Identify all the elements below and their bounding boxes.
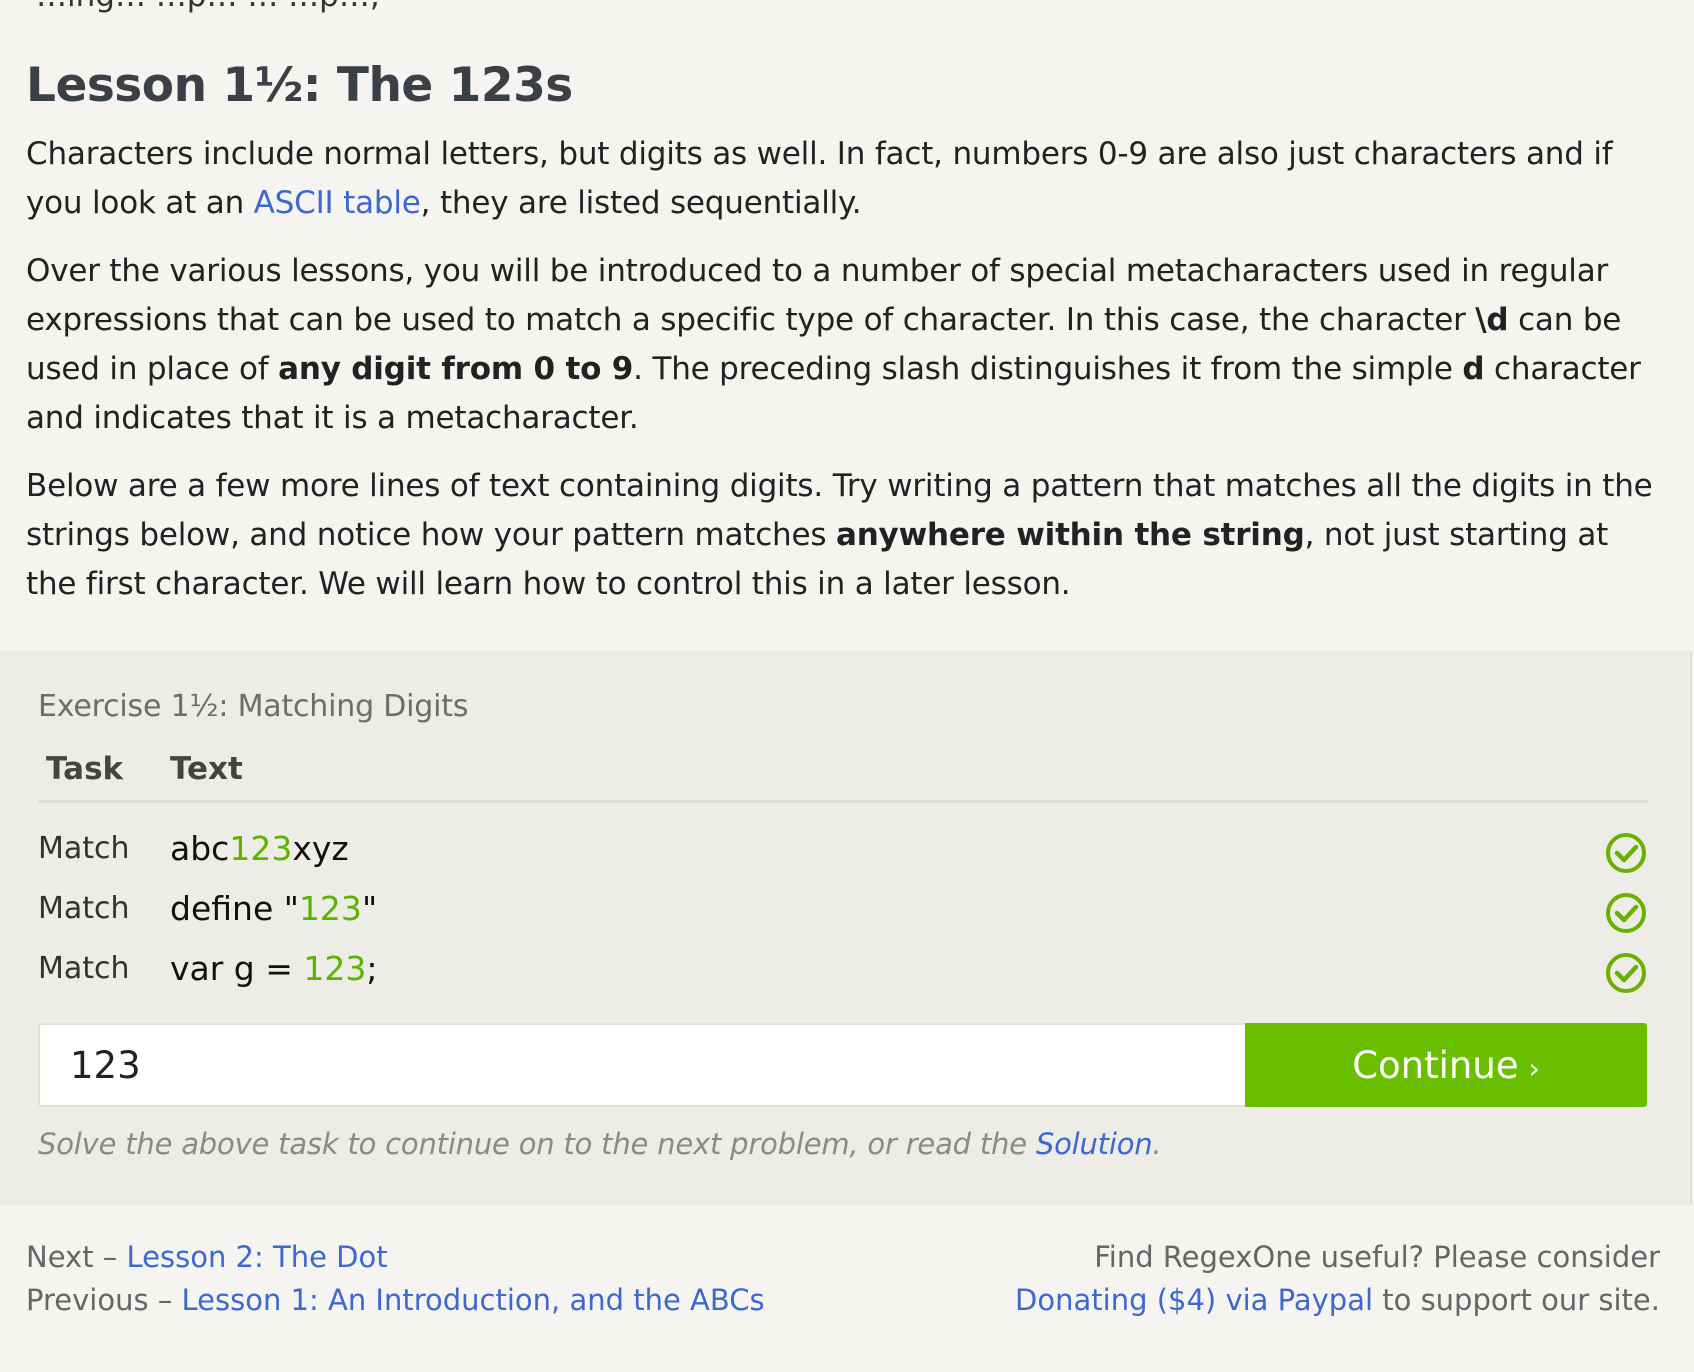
solution-link[interactable]: Solution (1036, 1127, 1153, 1161)
lesson-title: Lesson 1½: The 123s (26, 58, 573, 113)
exercise-table-header: Task Text (38, 751, 1648, 803)
task-cell: Match (38, 891, 130, 926)
previous-label: Previous – (26, 1283, 182, 1317)
donate-link[interactable]: Donating ($4) via Paypal (1015, 1283, 1373, 1317)
continue-label: Continue (1352, 1043, 1519, 1087)
text-segment: ; (366, 949, 378, 988)
matched-text: 123 (303, 949, 367, 988)
exercise-hint: Solve the above task to continue on to t… (38, 1127, 1162, 1161)
check-icon (1606, 833, 1646, 873)
lesson-navigation: Next – Lesson 2: The Dot Previous – Less… (26, 1236, 765, 1322)
hint-text: . (1152, 1127, 1162, 1161)
exercise-panel: Exercise 1½: Matching Digits Task Text M… (0, 651, 1692, 1205)
ascii-table-link[interactable]: ASCII table (254, 185, 421, 221)
column-header-text: Text (170, 751, 243, 787)
truncated-text-fragment: …ing… …p… … …p…, (36, 0, 380, 14)
task-cell: Match (38, 951, 130, 986)
hint-text: Solve the above task to continue on to t… (38, 1127, 1036, 1161)
chevron-right-icon: › (1528, 1051, 1540, 1085)
bold-char: d (1462, 351, 1485, 387)
previous-lesson-line: Previous – Lesson 1: An Introduction, an… (26, 1279, 765, 1322)
donation-note: Find RegexOne useful? Please consider Do… (1015, 1236, 1660, 1322)
column-header-task: Task (46, 751, 124, 787)
next-label: Next – (26, 1240, 127, 1274)
text-segment: " (361, 889, 378, 928)
text-cell: abc123xyz (170, 829, 349, 868)
text-segment: xyz (292, 829, 349, 868)
text-cell: define "123" (170, 889, 377, 928)
lesson-paragraph-1: Characters include normal letters, but d… (26, 130, 1666, 228)
check-icon (1606, 893, 1646, 933)
regex-pattern-input[interactable] (38, 1023, 1245, 1107)
matched-text: 123 (298, 889, 362, 928)
paragraph-text: Over the various lessons, you will be in… (26, 253, 1609, 338)
text-segment: var g = (170, 949, 304, 988)
check-icon (1606, 953, 1646, 993)
donation-text: to support our site. (1373, 1283, 1660, 1317)
text-segment: define " (170, 889, 299, 928)
bold-phrase: any digit from 0 to 9 (278, 351, 634, 387)
next-lesson-line: Next – Lesson 2: The Dot (26, 1236, 765, 1279)
page: …ing… …p… … …p…, Lesson 1½: The 123s Cha… (0, 0, 1694, 1372)
table-row: Match abc123xyz (38, 821, 1648, 877)
previous-lesson-link[interactable]: Lesson 1: An Introduction, and the ABCs (182, 1283, 765, 1317)
lesson-paragraph-3: Below are a few more lines of text conta… (26, 462, 1666, 609)
exercise-title: Exercise 1½: Matching Digits (38, 689, 469, 724)
donation-text: Find RegexOne useful? Please consider (1094, 1240, 1660, 1274)
task-cell: Match (38, 831, 130, 866)
text-segment: abc (170, 829, 230, 868)
paragraph-text: . The preceding slash distinguishes it f… (633, 351, 1463, 387)
lesson-section: Lesson 1½: The 123s Characters include n… (26, 52, 1666, 628)
table-row: Match define "123" (38, 881, 1648, 937)
table-row: Match var g = 123; (38, 941, 1648, 997)
continue-button[interactable]: Continue › (1245, 1023, 1647, 1107)
donation-line: Donating ($4) via Paypal to support our … (1015, 1279, 1660, 1322)
bold-phrase: anywhere within the string (835, 517, 1305, 553)
next-lesson-link[interactable]: Lesson 2: The Dot (127, 1240, 388, 1274)
text-cell: var g = 123; (170, 949, 378, 988)
lesson-paragraph-2: Over the various lessons, you will be in… (26, 247, 1666, 443)
paragraph-text: , they are listed sequentially. (420, 185, 862, 221)
matched-text: 123 (229, 829, 293, 868)
bold-metachar: \d (1475, 302, 1509, 338)
